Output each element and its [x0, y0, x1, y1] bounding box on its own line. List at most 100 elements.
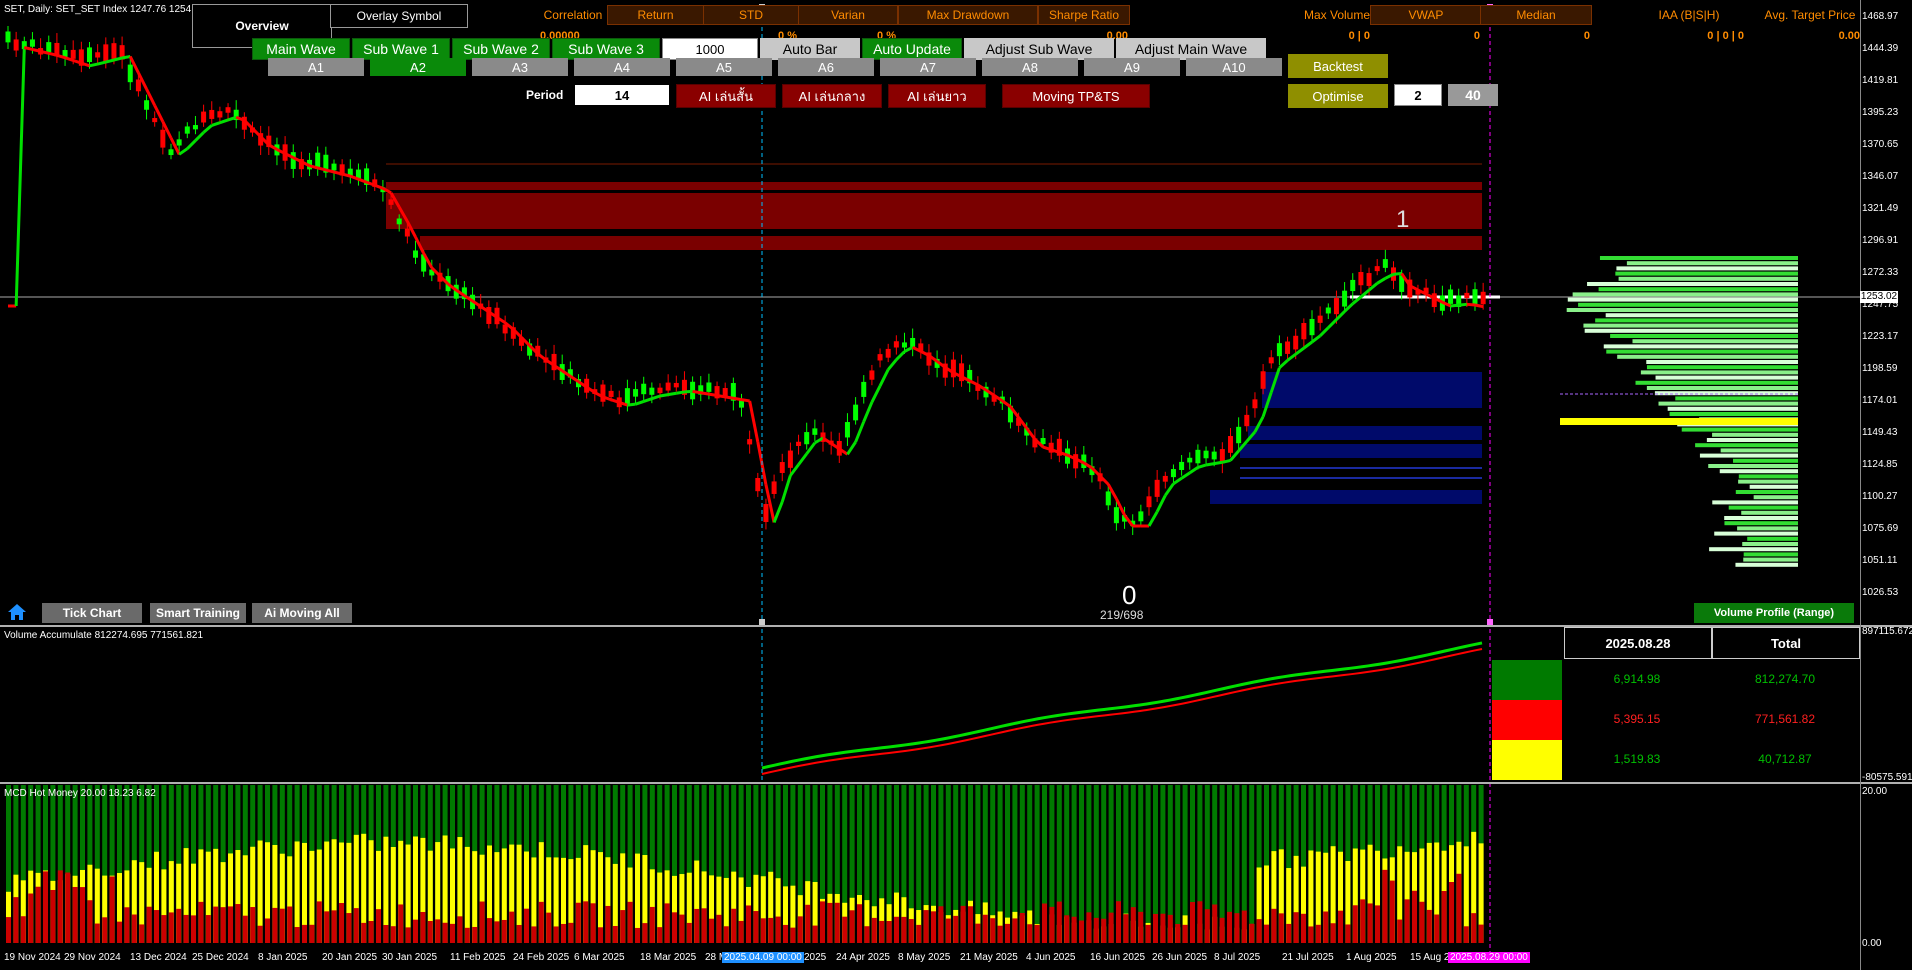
hot-money-bar-red — [1434, 914, 1440, 943]
hot-money-bar-red — [294, 927, 300, 943]
hot-money-bar-base — [1175, 785, 1181, 943]
support-zone — [1210, 490, 1482, 504]
auto-update-button[interactable]: Auto Update — [862, 38, 962, 60]
panel-separator[interactable] — [0, 782, 1912, 784]
a-button-a5[interactable]: A5 — [676, 58, 772, 76]
hot-money-bar-red — [87, 900, 93, 943]
hot-money-bar-red — [324, 911, 330, 943]
hot-money-bar-red — [398, 904, 404, 943]
a-button-a2[interactable]: A2 — [370, 58, 466, 76]
candle — [624, 388, 630, 405]
hot-money-bar-red — [672, 912, 677, 943]
a-button-a4[interactable]: A4 — [574, 58, 670, 76]
hot-money-bar-red — [827, 902, 833, 943]
a-button-a3[interactable]: A3 — [472, 58, 568, 76]
hot-money-bar-red — [1093, 917, 1099, 943]
hot-money-bar-red — [1130, 907, 1136, 943]
main-wave-button[interactable]: Main Wave — [252, 38, 350, 60]
hot-money-bar-red — [834, 902, 840, 943]
a-button-a6[interactable]: A6 — [778, 58, 874, 76]
candle — [209, 109, 215, 119]
candle — [633, 389, 639, 397]
ai-short-button[interactable]: AI เล่นสั้น — [676, 84, 776, 108]
hot-money-bar-red — [812, 925, 818, 943]
candle — [861, 381, 867, 397]
home-icon[interactable] — [6, 602, 28, 622]
hot-money-bar-red — [1012, 918, 1018, 943]
volume-profile-bar — [1738, 474, 1798, 479]
moving-average-segment — [48, 51, 58, 57]
a-button-a10[interactable]: A10 — [1186, 58, 1282, 76]
adjust-main-wave-button[interactable]: Adjust Main Wave — [1116, 38, 1266, 60]
optimise-button[interactable]: Optimise — [1288, 84, 1388, 108]
volume-buy-line — [761, 641, 1483, 770]
chart-canvas[interactable] — [0, 0, 1912, 970]
moving-average-segment — [1164, 482, 1175, 497]
hot-money-bar-red — [738, 920, 744, 943]
candle — [13, 39, 19, 51]
tab-overlay-symbol[interactable]: Overlay Symbol — [330, 4, 468, 28]
tick-chart-button[interactable]: Tick Chart — [42, 603, 142, 623]
ai-long-button[interactable]: AI เล่นยาว — [888, 84, 986, 108]
candle — [29, 39, 35, 47]
optimise-param-2[interactable]: 40 — [1448, 84, 1498, 106]
hot-money-bar-red — [509, 911, 515, 943]
moving-average-segment — [870, 385, 882, 403]
candle — [1244, 414, 1250, 427]
moving-average-segment — [309, 164, 319, 170]
candle — [673, 382, 679, 388]
vol-row-total-value: 40,712.87 — [1758, 752, 1812, 766]
moving-average-segment — [1180, 471, 1191, 480]
ai-mid-button[interactable]: AI เล่นกลาง — [782, 84, 882, 108]
ai-moving-all-button[interactable]: Ai Moving All — [252, 603, 352, 623]
a-button-a9[interactable]: A9 — [1084, 58, 1180, 76]
sub-wave-1-button[interactable]: Sub Wave 1 — [352, 38, 450, 60]
support-zone — [1262, 372, 1482, 408]
hot-money-bar-red — [154, 910, 159, 943]
time-tick: 1 Aug 2025 — [1346, 952, 1397, 963]
hot-money-bar-red — [894, 916, 899, 943]
hot-money-bar-red — [368, 921, 374, 943]
candle — [160, 129, 166, 148]
candle — [1211, 451, 1217, 460]
volume-profile-range-button[interactable]: Volume Profile (Range) — [1694, 603, 1854, 623]
a-button-a7[interactable]: A7 — [880, 58, 976, 76]
candle — [1317, 315, 1323, 323]
candle — [331, 163, 337, 171]
moving-average-segment — [887, 358, 898, 371]
price-tick: 1124.85 — [1862, 459, 1898, 470]
volume-profile-bar — [1566, 308, 1798, 312]
sub-wave-3-button[interactable]: Sub Wave 3 — [552, 38, 660, 60]
a-button-a1[interactable]: A1 — [268, 58, 364, 76]
hot-money-bar-red — [723, 926, 729, 943]
period-input[interactable]: 14 — [574, 84, 670, 106]
moving-average-segment — [374, 183, 384, 190]
volume-profile-bar — [1708, 464, 1798, 468]
time-tick: 26 Jun 2025 — [1152, 952, 1208, 963]
candle — [1138, 511, 1144, 522]
hot-money-bar-red — [80, 887, 85, 943]
moving-average-segment — [1327, 318, 1338, 329]
candle — [706, 382, 712, 392]
bars-input[interactable]: 1000 — [662, 38, 758, 60]
moving-tpts-button[interactable]: Moving TP&TS — [1002, 84, 1150, 108]
candle — [1333, 298, 1339, 315]
hot-money-bar-red — [13, 897, 19, 943]
sub-wave-2-button[interactable]: Sub Wave 2 — [452, 38, 550, 60]
smart-training-button[interactable]: Smart Training — [150, 603, 246, 623]
moving-average-segment — [1458, 302, 1467, 307]
adjust-sub-wave-button[interactable]: Adjust Sub Wave — [964, 38, 1114, 60]
backtest-button[interactable]: Backtest — [1288, 54, 1388, 78]
moving-average-segment — [341, 172, 351, 178]
moving-average-segment — [97, 60, 107, 66]
hot-money-bar-red — [1034, 924, 1040, 943]
optimise-param-1[interactable]: 2 — [1394, 84, 1442, 106]
hot-money-bar-red — [775, 916, 781, 943]
candle — [844, 422, 850, 438]
a-button-a8[interactable]: A8 — [982, 58, 1078, 76]
vol-row-swatch — [1492, 700, 1562, 740]
hot-money-bar-red — [997, 925, 1003, 943]
time-tick: 4 Jun 2025 — [1026, 952, 1076, 963]
auto-bar-button[interactable]: Auto Bar — [760, 38, 860, 60]
volume-profile-bar — [1724, 521, 1798, 526]
